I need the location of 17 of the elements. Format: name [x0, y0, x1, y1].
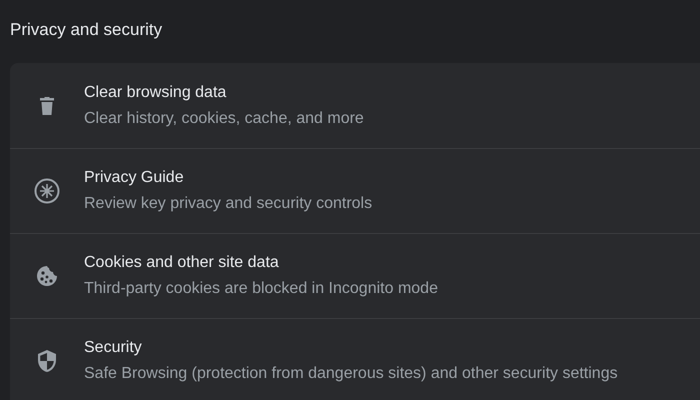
- compass-icon: [34, 178, 60, 204]
- settings-row[interactable]: Security Safe Browsing (protection from dangerous sites) and other security settings: [10, 318, 700, 400]
- settings-row[interactable]: Privacy Guide Review key privacy and security controls: [10, 148, 700, 233]
- row-title: Security: [84, 339, 143, 357]
- cookie-icon: [36, 265, 58, 287]
- shield-icon: [37, 349, 57, 373]
- row-subtitle: Safe Browsing (protection from dangerous sites) and other security settings: [84, 365, 618, 383]
- row-title: Cookies and other site data: [84, 254, 280, 272]
- settings-row[interactable]: Cookies and other site data Third-party cookies are blocked in Incognito mode: [10, 233, 700, 318]
- row-title: Privacy Guide: [84, 169, 185, 187]
- row-subtitle: Clear history, cookies, cache, and more: [84, 110, 364, 128]
- row-subtitle: Third-party cookies are blocked in Incognito mode: [84, 280, 438, 298]
- settings-row[interactable]: Clear browsing data Clear history, cookies, cache, and more: [10, 63, 700, 148]
- trash-icon: [40, 96, 54, 114]
- section-title: Privacy and security: [10, 20, 164, 40]
- row-subtitle: Review key privacy and security controls: [84, 195, 372, 213]
- row-title: Clear browsing data: [84, 84, 228, 102]
